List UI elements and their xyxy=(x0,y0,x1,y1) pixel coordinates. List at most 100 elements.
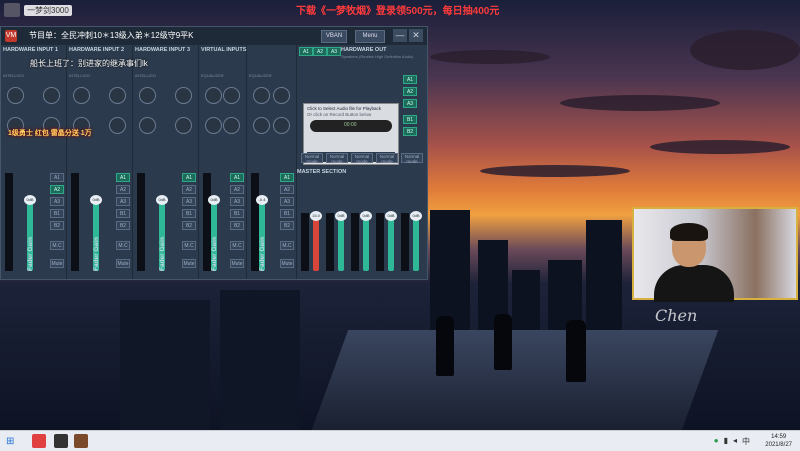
fader-handle[interactable]: 0dB xyxy=(90,195,102,205)
out-a2-button[interactable]: A2 xyxy=(313,47,327,56)
volume-icon[interactable]: ◂ xyxy=(733,436,737,447)
bus-button-a3[interactable]: A3 xyxy=(230,197,244,206)
bus-button-a3[interactable]: A3 xyxy=(50,197,64,206)
strip-sub: EQUALIZER xyxy=(249,73,272,78)
mute-button[interactable]: Mute xyxy=(182,259,196,268)
bus-button-a2[interactable]: A2 xyxy=(50,185,64,194)
master-mode-label[interactable]: Normal mode xyxy=(351,153,373,164)
rooftop xyxy=(311,330,719,430)
route-a1-button[interactable]: A1 xyxy=(403,75,417,84)
mc-button[interactable]: M.C xyxy=(182,241,196,250)
windows-icon[interactable]: ⊞ xyxy=(6,436,14,447)
master-fader-track[interactable] xyxy=(313,217,319,271)
out-a3-button[interactable]: A3 xyxy=(327,47,341,56)
color-knob[interactable] xyxy=(175,87,192,104)
fader-handle[interactable]: -0.4 xyxy=(256,195,268,205)
master-mode-label[interactable]: Normal mode xyxy=(326,153,348,164)
pan-knob[interactable] xyxy=(253,87,270,104)
pan-knob[interactable] xyxy=(73,87,90,104)
bus-button-b1[interactable]: B1 xyxy=(230,209,244,218)
mc-button[interactable]: M.C xyxy=(280,241,294,250)
pan-knob[interactable] xyxy=(139,87,156,104)
color-knob[interactable] xyxy=(223,87,240,104)
app-icon[interactable] xyxy=(74,434,88,448)
bus-button-a3[interactable]: A3 xyxy=(182,197,196,206)
bus-button-a2[interactable]: A2 xyxy=(280,185,294,194)
master-section-title: MASTER SECTION xyxy=(297,169,347,175)
master-mode-label[interactable]: Normal mode xyxy=(401,153,423,164)
bus-button-a1[interactable]: A1 xyxy=(280,173,294,182)
color-knob[interactable] xyxy=(109,87,126,104)
param-knob[interactable] xyxy=(139,117,156,134)
danmu-line: 节目单：全民冲刺10＊13级入弟＊12级守9平K xyxy=(29,31,194,40)
route-b2-button[interactable]: B2 xyxy=(403,127,417,136)
master-mode-label[interactable]: Normal mode xyxy=(301,153,323,164)
bus-button-b2[interactable]: B2 xyxy=(230,221,244,230)
param-knob[interactable] xyxy=(205,117,222,134)
master-fader-handle[interactable]: 0dB xyxy=(335,211,347,221)
bus-button-b2[interactable]: B2 xyxy=(116,221,130,230)
out-a1-button[interactable]: A1 xyxy=(299,47,313,56)
bus-button-a3[interactable]: A3 xyxy=(280,197,294,206)
master-fader-track[interactable] xyxy=(363,217,369,271)
route-b1-button[interactable]: B1 xyxy=(403,115,417,124)
bus-button-a1[interactable]: A1 xyxy=(182,173,196,182)
fader-handle[interactable]: 0dB xyxy=(24,195,36,205)
master-fader-track[interactable] xyxy=(413,217,419,271)
master-fader-track[interactable] xyxy=(388,217,394,271)
param-knob[interactable] xyxy=(175,117,192,134)
route-a3-button[interactable]: A3 xyxy=(403,99,417,108)
bus-button-a1[interactable]: A1 xyxy=(230,173,244,182)
bus-button-b2[interactable]: B2 xyxy=(50,221,64,230)
param-knob[interactable] xyxy=(273,117,290,134)
param-knob[interactable] xyxy=(253,117,270,134)
mute-button[interactable]: Mute xyxy=(280,259,294,268)
bus-button-a3[interactable]: A3 xyxy=(116,197,130,206)
vban-button[interactable]: VBAN xyxy=(321,30,347,43)
bus-button-a2[interactable]: A2 xyxy=(116,185,130,194)
bus-button-b1[interactable]: B1 xyxy=(50,209,64,218)
master-fader-handle[interactable]: 0dB xyxy=(385,211,397,221)
bus-button-a1[interactable]: A1 xyxy=(116,173,130,182)
mc-button[interactable]: M.C xyxy=(230,241,244,250)
mute-button[interactable]: Mute xyxy=(230,259,244,268)
route-a2-button[interactable]: A2 xyxy=(403,87,417,96)
pan-knob[interactable] xyxy=(205,87,222,104)
color-knob[interactable] xyxy=(43,87,60,104)
mc-button[interactable]: M.C xyxy=(116,241,130,250)
bus-button-b2[interactable]: B2 xyxy=(280,221,294,230)
color-knob[interactable] xyxy=(273,87,290,104)
bus-button-a2[interactable]: A2 xyxy=(182,185,196,194)
minimize-button[interactable]: — xyxy=(393,29,407,42)
bus-button-b1[interactable]: B1 xyxy=(182,209,196,218)
voicemeeter-titlebar[interactable]: VM 节目单：全民冲刺10＊13级入弟＊12级守9平K VBAN Menu — … xyxy=(1,27,427,45)
app-icon[interactable] xyxy=(32,434,46,448)
param-knob[interactable] xyxy=(109,117,126,134)
fader-handle[interactable]: 0dB xyxy=(208,195,220,205)
app-icon[interactable] xyxy=(54,434,68,448)
tray-app-icon[interactable]: ● xyxy=(714,436,719,447)
mute-button[interactable]: Mute xyxy=(50,259,64,268)
menu-button[interactable]: Menu xyxy=(355,30,385,43)
master-fader-track[interactable] xyxy=(338,217,344,271)
bus-button-b1[interactable]: B1 xyxy=(280,209,294,218)
fader-handle[interactable]: 0dB xyxy=(156,195,168,205)
pan-knob[interactable] xyxy=(7,87,24,104)
master-fader-handle[interactable]: 0dB xyxy=(410,211,422,221)
mute-button[interactable]: Mute xyxy=(116,259,130,268)
network-icon[interactable]: ▮ xyxy=(724,436,728,447)
bus-button-b1[interactable]: B1 xyxy=(116,209,130,218)
bus-button-a1[interactable]: A1 xyxy=(50,173,64,182)
mc-button[interactable]: M.C xyxy=(50,241,64,250)
param-knob[interactable] xyxy=(223,117,240,134)
bus-button-b2[interactable]: B2 xyxy=(182,221,196,230)
clock[interactable]: 14:59 2021/8/27 xyxy=(765,433,792,449)
language-icon[interactable]: 中 xyxy=(742,436,750,447)
level-meter xyxy=(203,173,211,271)
bus-button-a2[interactable]: A2 xyxy=(230,185,244,194)
master-fader-handle[interactable]: 0dB xyxy=(360,211,372,221)
master-fader-handle[interactable]: 15.0 xyxy=(310,211,322,221)
master-mode-label[interactable]: Normal mode xyxy=(376,153,398,164)
close-button[interactable]: ✕ xyxy=(409,29,423,42)
strip-sub: INTELLIGO xyxy=(3,73,24,78)
